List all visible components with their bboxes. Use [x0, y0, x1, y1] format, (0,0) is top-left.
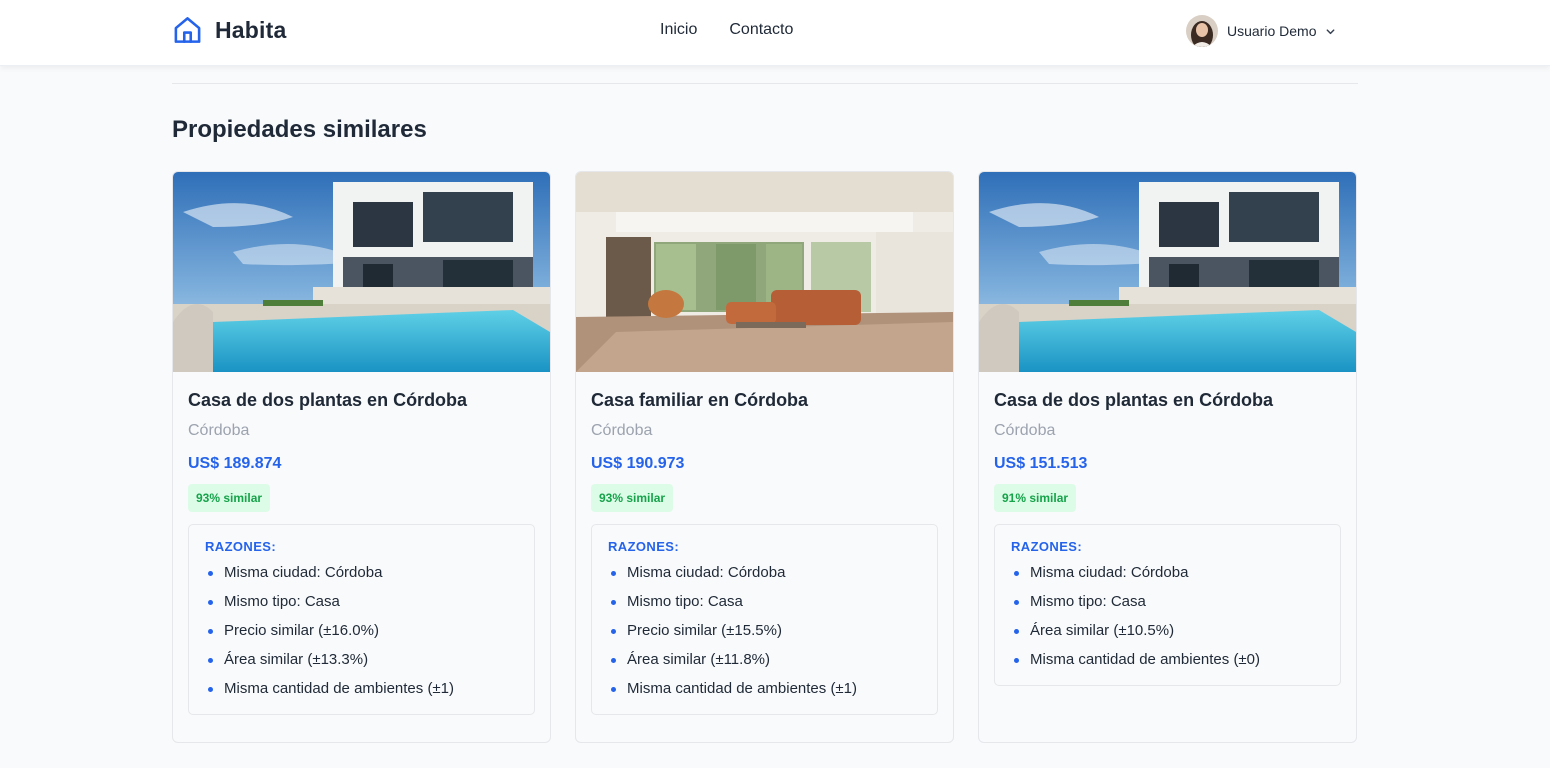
brand-name: Habita: [215, 16, 287, 43]
property-city: Córdoba: [994, 422, 1056, 439]
property-card[interactable]: Casa de dos plantas en Córdoba Córdoba U…: [172, 171, 551, 743]
similarity-badge: 93% similar: [188, 484, 271, 512]
reason-item: Área similar (±10.5%): [1011, 616, 1324, 645]
reasons-title: RAZONES:: [608, 539, 680, 554]
similarity-badge: 91% similar: [994, 484, 1077, 512]
reason-item: Misma ciudad: Córdoba: [608, 558, 921, 587]
property-title: Casa de dos plantas en Córdoba: [994, 390, 1274, 410]
property-photo: [576, 172, 953, 372]
property-photo: [173, 172, 550, 372]
reasons-list: Misma ciudad: Córdoba Mismo tipo: Casa P…: [205, 558, 518, 703]
property-city: Córdoba: [591, 422, 653, 439]
brand-logo-link[interactable]: Habita: [172, 14, 287, 46]
reason-item: Área similar (±13.3%): [205, 645, 518, 674]
user-menu[interactable]: Usuario Demo: [1186, 15, 1336, 47]
property-title: Casa de dos plantas en Córdoba: [188, 390, 468, 410]
nav-link-contacto[interactable]: Contacto: [729, 21, 793, 39]
property-card[interactable]: Casa de dos plantas en Córdoba Córdoba U…: [978, 171, 1357, 743]
reason-item: Mismo tipo: Casa: [608, 587, 921, 616]
reason-item: Mismo tipo: Casa: [1011, 587, 1324, 616]
property-card[interactable]: Casa familiar en Córdoba Córdoba US$ 190…: [575, 171, 954, 743]
property-photo: [979, 172, 1356, 372]
reason-item: Mismo tipo: Casa: [205, 587, 518, 616]
reason-item: Precio similar (±15.5%): [608, 616, 921, 645]
property-price: US$ 151.513: [994, 455, 1088, 472]
nav-link-inicio[interactable]: Inicio: [660, 21, 697, 39]
property-price: US$ 190.973: [591, 455, 685, 472]
reason-item: Misma cantidad de ambientes (±1): [608, 674, 921, 703]
reason-item: Misma cantidad de ambientes (±1): [205, 674, 518, 703]
reasons-title: RAZONES:: [1011, 539, 1083, 554]
home-icon: [172, 14, 203, 46]
reasons-box: RAZONES: Misma ciudad: Córdoba Mismo tip…: [188, 524, 535, 715]
chevron-down-icon: [1316, 26, 1336, 37]
main-nav: Inicio Contacto: [660, 21, 793, 39]
property-city: Córdoba: [188, 422, 250, 439]
reason-item: Misma cantidad de ambientes (±0): [1011, 645, 1324, 674]
reasons-list: Misma ciudad: Córdoba Mismo tipo: Casa P…: [608, 558, 921, 703]
reasons-list: Misma ciudad: Córdoba Mismo tipo: Casa Á…: [1011, 558, 1324, 674]
reasons-box: RAZONES: Misma ciudad: Córdoba Mismo tip…: [994, 524, 1341, 686]
property-price: US$ 189.874: [188, 455, 282, 472]
avatar: [1186, 15, 1218, 47]
reasons-title: RAZONES:: [205, 539, 277, 554]
reasons-box: RAZONES: Misma ciudad: Córdoba Mismo tip…: [591, 524, 938, 715]
reason-item: Misma ciudad: Córdoba: [205, 558, 518, 587]
user-name: Usuario Demo: [1227, 23, 1317, 39]
section-title: Propiedades similares: [172, 116, 427, 143]
reason-item: Precio similar (±16.0%): [205, 616, 518, 645]
reason-item: Misma ciudad: Córdoba: [1011, 558, 1324, 587]
section-divider: [172, 83, 1358, 84]
reason-item: Área similar (±11.8%): [608, 645, 921, 674]
top-navbar: Habita Inicio Contacto Usuario Demo: [0, 0, 1550, 66]
property-title: Casa familiar en Córdoba: [591, 390, 809, 410]
similarity-badge: 93% similar: [591, 484, 674, 512]
